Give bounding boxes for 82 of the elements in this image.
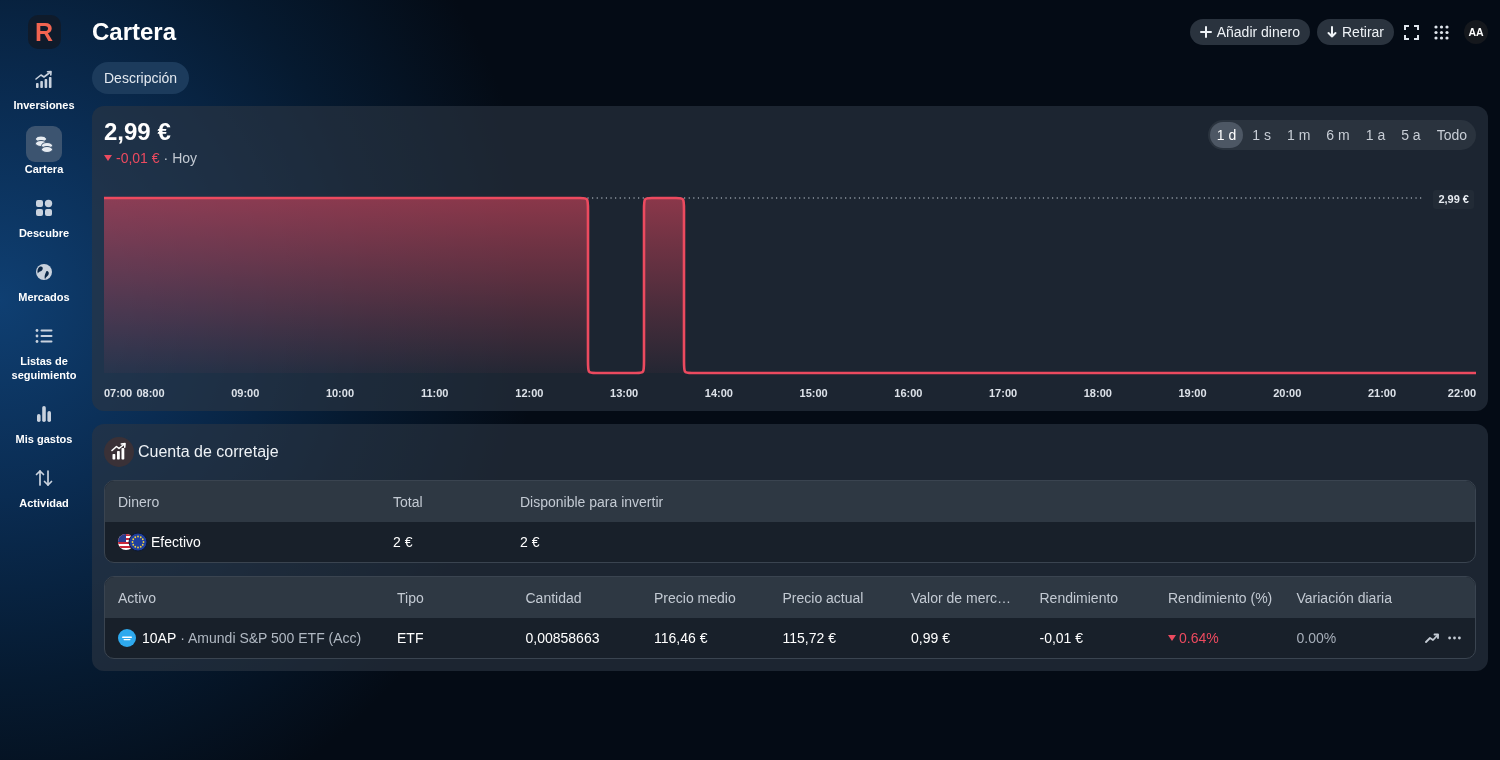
coins-icon: [26, 126, 62, 162]
fund-logo-icon: [118, 629, 136, 647]
range-option[interactable]: Todo: [1429, 122, 1474, 148]
table-cell-text: 0,99 €: [910, 630, 951, 646]
column-header: Valor de merc…: [910, 589, 1013, 606]
range-option[interactable]: 1 s: [1245, 122, 1278, 148]
column-header: Cantidad: [524, 589, 583, 606]
up-down-arrows-icon: [34, 468, 54, 488]
withdraw-button[interactable]: Retirar: [1317, 19, 1394, 45]
time-label: 08:00: [136, 386, 165, 401]
time-label: 10:00: [325, 386, 354, 401]
asset-name: · Amundi S&P 500 ETF (Acc): [180, 630, 362, 646]
sidebar-item[interactable]: Listas de seguimiento: [0, 318, 88, 396]
change-amount: -0,01 €: [116, 149, 160, 168]
table-cell: 0.00%: [1296, 630, 1337, 646]
tab[interactable]: Descripción: [92, 62, 190, 94]
column-header: Disponible para invertir: [519, 493, 665, 510]
fullscreen-icon[interactable]: [1404, 24, 1419, 40]
time-label: 11:00: [420, 386, 449, 401]
portfolio-value: 2,99 €: [104, 118, 172, 146]
range-option[interactable]: 1 m: [1280, 122, 1318, 148]
time-label: 07:00: [104, 386, 133, 401]
table-cell-text: 0,00858663: [524, 630, 601, 646]
time-label: 09:00: [231, 386, 260, 401]
change-period: · Hoy: [163, 149, 198, 168]
time-label: 12:00: [515, 386, 544, 401]
trend-arrow-icon[interactable]: [1425, 633, 1439, 643]
column-header: Variación diaria: [1295, 589, 1393, 606]
column-header: Precio medio: [653, 589, 737, 606]
add-money-button[interactable]: Añadir dinero: [1189, 19, 1310, 45]
column-header: Rendimiento (%): [1167, 589, 1274, 606]
sidebar-item[interactable]: Mis gastos: [0, 396, 88, 460]
range-option[interactable]: 1 d: [1209, 122, 1244, 148]
globe-icon: [34, 262, 54, 282]
section-title: Cuenta de corretaje: [138, 443, 279, 461]
time-label: 22:00: [1447, 386, 1476, 401]
time-label: 17:00: [989, 386, 1018, 401]
sidebar-item[interactable]: Mercados: [0, 254, 88, 318]
time-label: 16:00: [894, 386, 923, 401]
table-cell-text: -0,01 €: [1038, 630, 1085, 646]
down-arrow-icon: [1327, 26, 1337, 38]
table-cell-text: 2 €: [392, 534, 414, 550]
bars-icon: [34, 404, 54, 424]
list-icon: [34, 326, 54, 346]
plus-icon: [1199, 26, 1212, 38]
table-cell-text: 2 €: [519, 534, 541, 550]
column-header: Activo: [117, 589, 158, 606]
page-title: Cartera: [92, 17, 177, 47]
time-label: 19:00: [1178, 386, 1207, 401]
tiles-icon: [34, 198, 54, 218]
column-header: Rendimiento: [1038, 589, 1120, 606]
table-cell-text: ETF: [396, 630, 425, 646]
time-label: 15:00: [799, 386, 828, 401]
table-cell-text: 116,46 €: [653, 630, 709, 646]
bar-chart-icon: [34, 70, 54, 90]
time-label: 20:00: [1273, 386, 1302, 401]
column-header: Precio actual: [781, 589, 865, 606]
apps-grid-icon[interactable]: [1434, 24, 1449, 40]
range-option[interactable]: 5 a: [1394, 122, 1428, 148]
price-label: 2,99 €: [1433, 190, 1474, 209]
currency-flags-icon: [117, 532, 149, 552]
time-label: 14:00: [704, 386, 733, 401]
table-cell-text: 115,72 €: [781, 630, 837, 646]
time-label: 13:00: [610, 386, 639, 401]
sidebar-item[interactable]: Actividad: [0, 460, 88, 524]
range-option[interactable]: 6 m: [1319, 122, 1357, 148]
range-option[interactable]: 1 a: [1358, 122, 1393, 148]
time-label: 21:00: [1367, 386, 1397, 401]
column-header: Total: [392, 493, 424, 510]
asset-symbol: 10AP: [142, 630, 177, 646]
cash-name: Efectivo: [151, 534, 201, 550]
app-logo[interactable]: R: [27, 15, 61, 49]
time-label: 18:00: [1083, 386, 1112, 401]
table-cell: 0.64%: [1179, 630, 1219, 646]
more-icon[interactable]: [1448, 636, 1461, 640]
sidebar-item[interactable]: Descubre: [0, 190, 88, 254]
column-header: Dinero: [117, 493, 161, 510]
column-header: Tipo: [396, 589, 425, 606]
avatar[interactable]: AA: [1464, 20, 1488, 44]
bar-chart-icon: [104, 437, 134, 467]
sidebar-item[interactable]: Inversiones: [0, 62, 88, 126]
sidebar-item[interactable]: Cartera: [0, 126, 88, 190]
